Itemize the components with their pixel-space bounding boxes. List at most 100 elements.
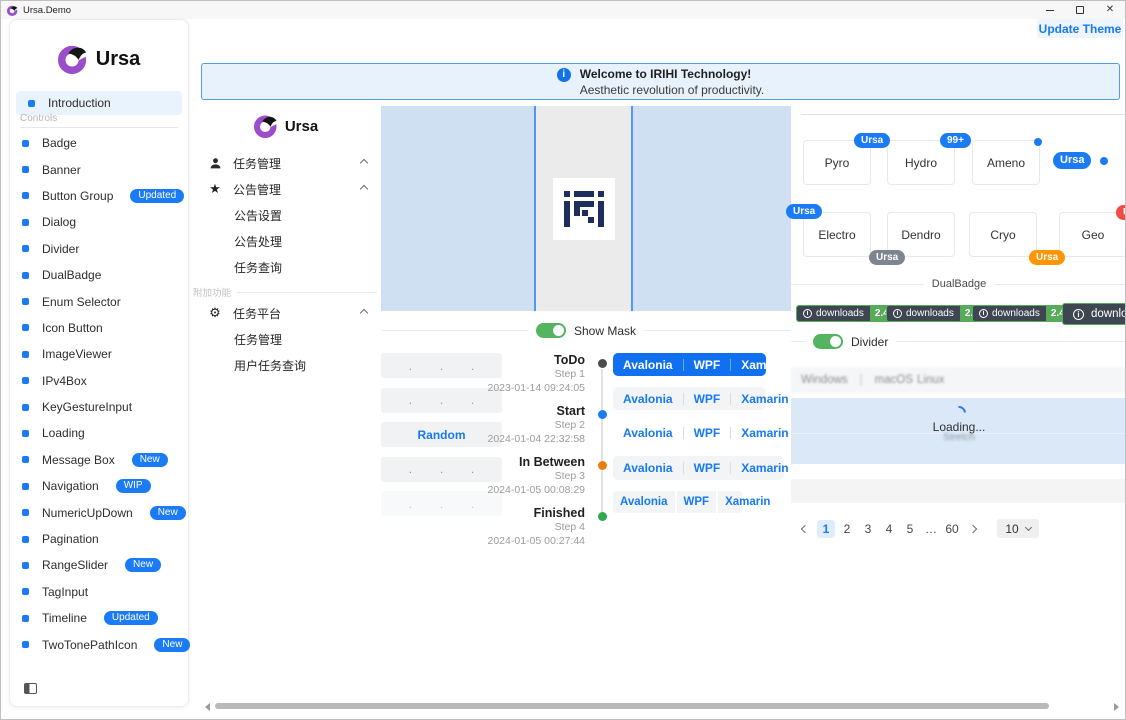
chevron-down-icon: [1025, 523, 1032, 530]
ursa-logo-icon: [58, 44, 88, 74]
ursa-logo-icon: [254, 114, 278, 138]
bullet-icon: [22, 430, 29, 437]
sidebar-item-timeline[interactable]: TimelineUpdated: [10, 605, 188, 631]
divider-toggle[interactable]: [813, 334, 843, 349]
standalone-badge-pill: Ursa: [1053, 152, 1091, 169]
sidebar-item-keygestureinput[interactable]: KeyGestureInput: [10, 394, 188, 420]
timeline-item: Start Step 2 2024-01-04 22:32:58: [481, 404, 585, 446]
sidebar-item-imageviewer[interactable]: ImageViewer: [10, 341, 188, 367]
bullet-icon: [22, 615, 29, 622]
timeline-dot: [598, 461, 607, 470]
sidebar-item-banner[interactable]: Banner: [10, 156, 188, 182]
sidebar-logo: Ursa: [10, 44, 188, 74]
loading-overlay: Stretch Loading...: [791, 398, 1126, 464]
menu-item-user-task-query[interactable]: 用户任务查询: [191, 352, 381, 378]
menu-item-task-query[interactable]: 任务查询: [191, 254, 381, 280]
page-button-3[interactable]: 3: [859, 520, 877, 538]
info-icon: i: [979, 309, 988, 318]
group-button-avalonia[interactable]: Avalonia: [613, 358, 683, 372]
tab-windows: Windows: [801, 374, 848, 386]
user-icon: [207, 157, 223, 170]
sidebar-item-message-box[interactable]: Message BoxNew: [10, 447, 188, 473]
collapse-sidebar-button[interactable]: [24, 683, 37, 697]
group-button-avalonia[interactable]: Avalonia: [613, 426, 683, 440]
badge-dot: [1034, 138, 1042, 146]
scroll-right-arrow[interactable]: [1114, 703, 1119, 711]
sidebar-item-loading[interactable]: Loading: [10, 420, 188, 446]
page-button-1[interactable]: 1: [817, 520, 835, 538]
group-button-avalonia[interactable]: Avalonia: [613, 392, 683, 406]
toggle-knob: [830, 336, 841, 347]
sidebar-item-numericupdown[interactable]: NumericUpDownNew: [10, 499, 188, 525]
timeline-dot: [598, 512, 607, 521]
badge-pill: Ursa: [786, 204, 822, 219]
timeline-dot: [598, 410, 607, 419]
sidebar-item-ipv4box[interactable]: IPv4Box: [10, 368, 188, 394]
group-button-wpf[interactable]: WPF: [684, 426, 731, 440]
group-button-wpf[interactable]: WPF: [677, 496, 717, 508]
button-group-borderless: Avalonia WPF Xamarin: [613, 421, 778, 444]
show-mask-toggle[interactable]: [536, 323, 566, 338]
sidebar-item-icon-button[interactable]: Icon Button: [10, 315, 188, 341]
button-group-demos: Avalonia WPF Xamarin Avalonia WPF Xamari…: [613, 353, 793, 513]
sidebar-item-twotonepathicon[interactable]: TwoTonePathIconNew: [10, 631, 188, 657]
sidebar-item-rangeslider[interactable]: RangeSliderNew: [10, 552, 188, 578]
sidebar-item-pagination[interactable]: Pagination: [10, 526, 188, 552]
menu-item-task-platform[interactable]: ⚙ 任务平台: [191, 300, 381, 326]
sidebar-item-dualbadge[interactable]: DualBadge: [10, 262, 188, 288]
sidebar-item-button-group[interactable]: Button GroupUpdated: [10, 183, 188, 209]
sidebar: Ursa Introduction Controls Badge Banner …: [9, 19, 189, 707]
sidebar-item-dialog[interactable]: Dialog: [10, 209, 188, 235]
sidebar-item-enum-selector[interactable]: Enum Selector: [10, 288, 188, 314]
scrollbar-thumb[interactable]: [215, 703, 1049, 709]
page-ellipsis[interactable]: …: [922, 520, 940, 538]
badge-pill: Ursa: [1029, 250, 1065, 265]
scroll-left-arrow[interactable]: [205, 703, 210, 711]
group-button-wpf[interactable]: WPF: [684, 392, 731, 406]
menu-item-announcement-processing[interactable]: 公告处理: [191, 228, 381, 254]
page-button-5[interactable]: 5: [901, 520, 919, 538]
group-button-wpf[interactable]: WPF: [684, 358, 731, 372]
badge-card-ameno: Ameno: [972, 140, 1040, 185]
button-group-light: Avalonia WPF Xamarin: [613, 387, 766, 410]
page-button-2[interactable]: 2: [838, 520, 856, 538]
page-button-60[interactable]: 60: [943, 520, 961, 538]
viewer-mask-left: [381, 106, 534, 311]
sidebar-section-controls: Controls: [20, 113, 178, 128]
previous-page-button[interactable]: [796, 520, 814, 538]
badge-card-geo: Geo: [1059, 212, 1126, 257]
viewer-visible-strip[interactable]: [534, 106, 633, 311]
group-button-wpf[interactable]: WPF: [684, 461, 731, 475]
welcome-banner: i Welcome to IRIHI Technology! Aesthetic…: [201, 63, 1120, 100]
group-button-xamarin[interactable]: Xamarin: [718, 496, 777, 508]
menu-item-task-management[interactable]: 任务管理: [191, 150, 381, 176]
irihi-logo-icon: [562, 187, 606, 231]
sidebar-item-divider[interactable]: Divider: [10, 236, 188, 262]
chevron-up-icon: [360, 159, 368, 167]
group-button-avalonia[interactable]: Avalonia: [613, 496, 675, 508]
close-button[interactable]: ✕: [1095, 1, 1125, 19]
sidebar-item-badge[interactable]: Badge: [10, 130, 188, 156]
sidebar-item-taginput[interactable]: TagInput: [10, 579, 188, 605]
group-button-avalonia[interactable]: Avalonia: [613, 461, 683, 475]
sidebar-logo-text: Ursa: [96, 48, 140, 71]
bullet-icon: [22, 483, 29, 490]
empty-content-bar: [791, 479, 1126, 503]
page-button-4[interactable]: 4: [880, 520, 898, 538]
sidebar-item-introduction[interactable]: Introduction: [16, 91, 182, 115]
titlebar: Ursa.Demo ✕: [1, 1, 1125, 19]
menu-item-announcement-management[interactable]: ★ 公告管理: [191, 176, 381, 202]
menu-item-announcement-settings[interactable]: 公告设置: [191, 202, 381, 228]
minimize-button[interactable]: [1035, 1, 1065, 19]
next-page-button[interactable]: [964, 520, 982, 538]
button-group-solid: Avalonia WPF Xamarin: [613, 353, 766, 376]
menu-item-task-management-child[interactable]: 任务管理: [191, 326, 381, 352]
update-theme-button[interactable]: Update Theme: [1037, 19, 1123, 38]
divider-line: [644, 330, 791, 331]
maximize-button[interactable]: [1065, 1, 1095, 19]
sidebar-item-navigation[interactable]: NavigationWIP: [10, 473, 188, 499]
timeline-dot: [598, 359, 607, 368]
page-size-dropdown[interactable]: 10: [997, 519, 1039, 538]
bullet-icon: [22, 140, 29, 147]
bullet-icon: [22, 351, 29, 358]
